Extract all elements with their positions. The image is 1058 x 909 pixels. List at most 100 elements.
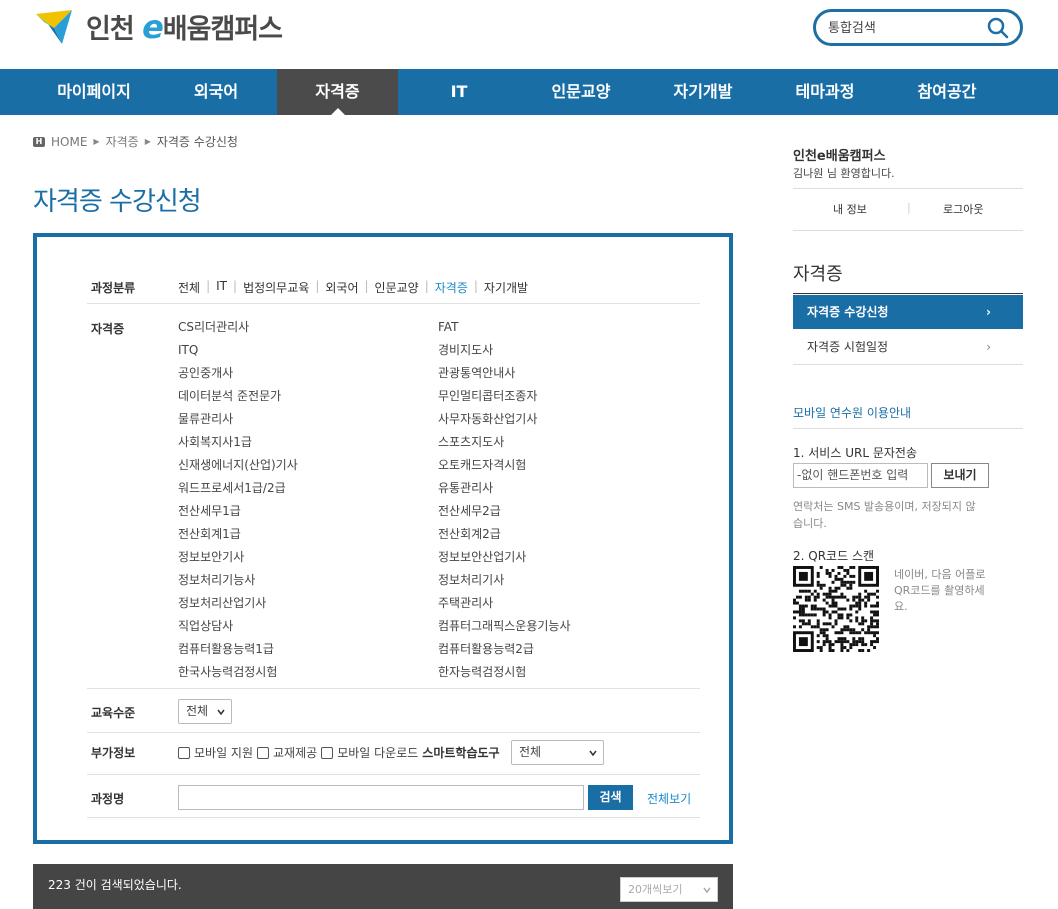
my-info-link[interactable]: 내 정보: [833, 201, 867, 217]
certificate-item[interactable]: 정보처리산업기사: [178, 596, 298, 619]
site-logo[interactable]: 인천 e배움캠퍼스: [34, 5, 283, 47]
certificate-item[interactable]: 데이터분석 준전문가: [178, 389, 298, 412]
category-list: 전체 | IT | 법정의무교육 | 외국어 | 인문교양 | 자격증 | 자기개발: [178, 279, 529, 296]
certificate-item[interactable]: 신재생에너지(산업)기사: [178, 458, 298, 481]
sidebar-item-course-apply[interactable]: 자격증 수강신청 ›: [793, 295, 1023, 329]
textbook-checkbox[interactable]: 교재제공: [257, 744, 317, 761]
divider: [793, 188, 1023, 189]
extra-info-label: 부가정보: [91, 746, 136, 760]
divider: [793, 428, 1023, 429]
per-page-value: 20개씩보기: [628, 883, 683, 896]
certificate-item[interactable]: 전산회계1급: [178, 527, 298, 550]
logout-link[interactable]: 로그아웃: [943, 201, 983, 217]
certificate-item[interactable]: 워드프로세서1급/2급: [178, 481, 298, 504]
sidebar-welcome: 김나원 님 환영합니다.: [793, 167, 895, 180]
category-self-development[interactable]: 자기개발: [484, 279, 528, 296]
page-title: 자격증 수강신청: [33, 187, 202, 217]
nav-item-self-development[interactable]: 자기개발: [642, 69, 764, 115]
sidebar-item-exam-schedule[interactable]: 자격증 시험일정 ›: [793, 330, 1023, 364]
certificate-item[interactable]: 유통관리사: [438, 481, 570, 504]
divider: [793, 230, 1023, 231]
nav-item-humanities[interactable]: 인문교양: [520, 69, 642, 115]
view-all-link[interactable]: 전체보기: [647, 790, 691, 807]
search-icon[interactable]: [986, 16, 1010, 40]
breadcrumb-level1[interactable]: 자격증: [106, 133, 139, 150]
certificate-item[interactable]: 컴퓨터그래픽스운용기능사: [438, 619, 570, 642]
certificate-item[interactable]: 직업상담사: [178, 619, 298, 642]
nav-item-language[interactable]: 외국어: [155, 69, 277, 115]
certificate-item[interactable]: 정보처리기능사: [178, 573, 298, 596]
extra-options: 모바일 지원 교재제공 모바일 다운로드 스마트학습도구: [178, 744, 500, 761]
certificate-item[interactable]: 경비지도사: [438, 343, 570, 366]
logo-icon: [36, 10, 72, 44]
certificate-item[interactable]: 전산세무2급: [438, 504, 570, 527]
certificate-item[interactable]: 주택관리사: [438, 596, 570, 619]
logo-text: 인천 e배움캠퍼스: [86, 7, 283, 46]
certificate-item[interactable]: 컴퓨터활용능력1급: [178, 642, 298, 665]
category-language[interactable]: 외국어: [325, 279, 358, 296]
phone-input[interactable]: -없이 핸드폰번호 입력: [793, 463, 928, 488]
level-select[interactable]: 전체: [178, 699, 232, 724]
chevron-right-icon: ›: [986, 340, 991, 354]
certificate-item[interactable]: 오토캐드자격시험: [438, 458, 570, 481]
certificate-item[interactable]: 한자능력검정시험: [438, 665, 570, 688]
level-row: 교육수준 전체: [87, 689, 700, 733]
nav-item-theme[interactable]: 테마과정: [764, 69, 886, 115]
qr-step-label: 2. QR코드 스캔: [793, 549, 875, 563]
certificate-item[interactable]: 전산회계2급: [438, 527, 570, 550]
chevron-right-icon: ▶: [144, 137, 151, 146]
level-label: 교육수준: [91, 706, 136, 720]
home-icon[interactable]: H: [33, 136, 45, 147]
course-name-label: 과정명: [91, 792, 125, 806]
category-all[interactable]: 전체: [178, 279, 200, 296]
certificate-item[interactable]: 전산세무1급: [178, 504, 298, 527]
level-select-value: 전체: [186, 704, 209, 718]
category-it[interactable]: IT: [216, 279, 227, 296]
certificate-item[interactable]: 정보보안기사: [178, 550, 298, 573]
certificate-item[interactable]: 정보처리기사: [438, 573, 570, 596]
smart-tool-label: 스마트학습도구: [422, 746, 500, 760]
global-search: [813, 9, 1023, 46]
qr-instruction: 네이버, 다음 어플로 QR코드를 촬영하세요.: [894, 568, 986, 613]
result-bar: 223 건이 검색되었습니다. 20개씩보기: [33, 864, 733, 909]
category-legal[interactable]: 법정의무교육: [243, 279, 309, 296]
certificate-item[interactable]: 한국사능력검정시험: [178, 665, 298, 688]
certificate-item[interactable]: 사회복지사1급: [178, 435, 298, 458]
sidebar-section-title: 자격증: [793, 264, 843, 285]
certificate-item[interactable]: 정보보안산업기사: [438, 550, 570, 573]
send-button[interactable]: 보내기: [931, 463, 989, 488]
certificate-item[interactable]: 공인중개사: [178, 366, 298, 389]
certificate-item[interactable]: 관광통역안내사: [438, 366, 570, 389]
certificate-row: 자격증 CS리더관리사 ITQ 공인중개사 데이터분석 준전문가 물류관리사 사회복지사1…: [87, 304, 700, 689]
search-button[interactable]: 검색: [588, 785, 633, 810]
global-search-input[interactable]: [828, 17, 988, 39]
certificate-item[interactable]: 무인멀티콥터조종자: [438, 389, 570, 412]
mobile-support-checkbox[interactable]: 모바일 지원: [178, 744, 253, 761]
certificate-item[interactable]: 사무자동화산업기사: [438, 412, 570, 435]
nav-item-certificate[interactable]: 자격증: [277, 69, 398, 115]
certificate-item[interactable]: ITQ: [178, 343, 298, 366]
result-count: 223 건이 검색되었습니다.: [48, 878, 182, 892]
certificate-item[interactable]: CS리더관리사: [178, 320, 298, 343]
category-certificate[interactable]: 자격증: [435, 279, 468, 296]
sidebar-item-label: 자격증 수강신청: [807, 305, 889, 319]
certificate-item[interactable]: FAT: [438, 320, 570, 343]
course-name-input[interactable]: [178, 785, 584, 810]
smart-tool-select[interactable]: 전체: [511, 740, 604, 765]
category-humanities[interactable]: 인문교양: [375, 279, 419, 296]
certificate-label: 자격증: [91, 322, 125, 336]
nav-item-it[interactable]: IT: [398, 69, 520, 115]
certificate-item[interactable]: 컴퓨터활용능력2급: [438, 642, 570, 665]
breadcrumb-home[interactable]: HOME: [51, 135, 87, 149]
per-page-select[interactable]: 20개씩보기: [620, 877, 718, 902]
chevron-down-icon: [217, 709, 225, 716]
breadcrumb: H HOME ▶ 자격증 ▶ 자격증 수강신청: [33, 133, 238, 150]
certificate-item[interactable]: 스포츠지도사: [438, 435, 570, 458]
category-row: 과정분류 전체 | IT | 법정의무교육 | 외국어 | 인문교양 | 자격증 | 자기개…: [87, 273, 700, 304]
header: 인천 e배움캠퍼스: [0, 0, 1058, 69]
category-label: 과정분류: [91, 281, 136, 295]
certificate-item[interactable]: 물류관리사: [178, 412, 298, 435]
mobile-download-checkbox[interactable]: 모바일 다운로드: [321, 744, 418, 761]
nav-item-community[interactable]: 참여공간: [886, 69, 1008, 115]
nav-item-mypage[interactable]: 마이페이지: [33, 69, 155, 115]
